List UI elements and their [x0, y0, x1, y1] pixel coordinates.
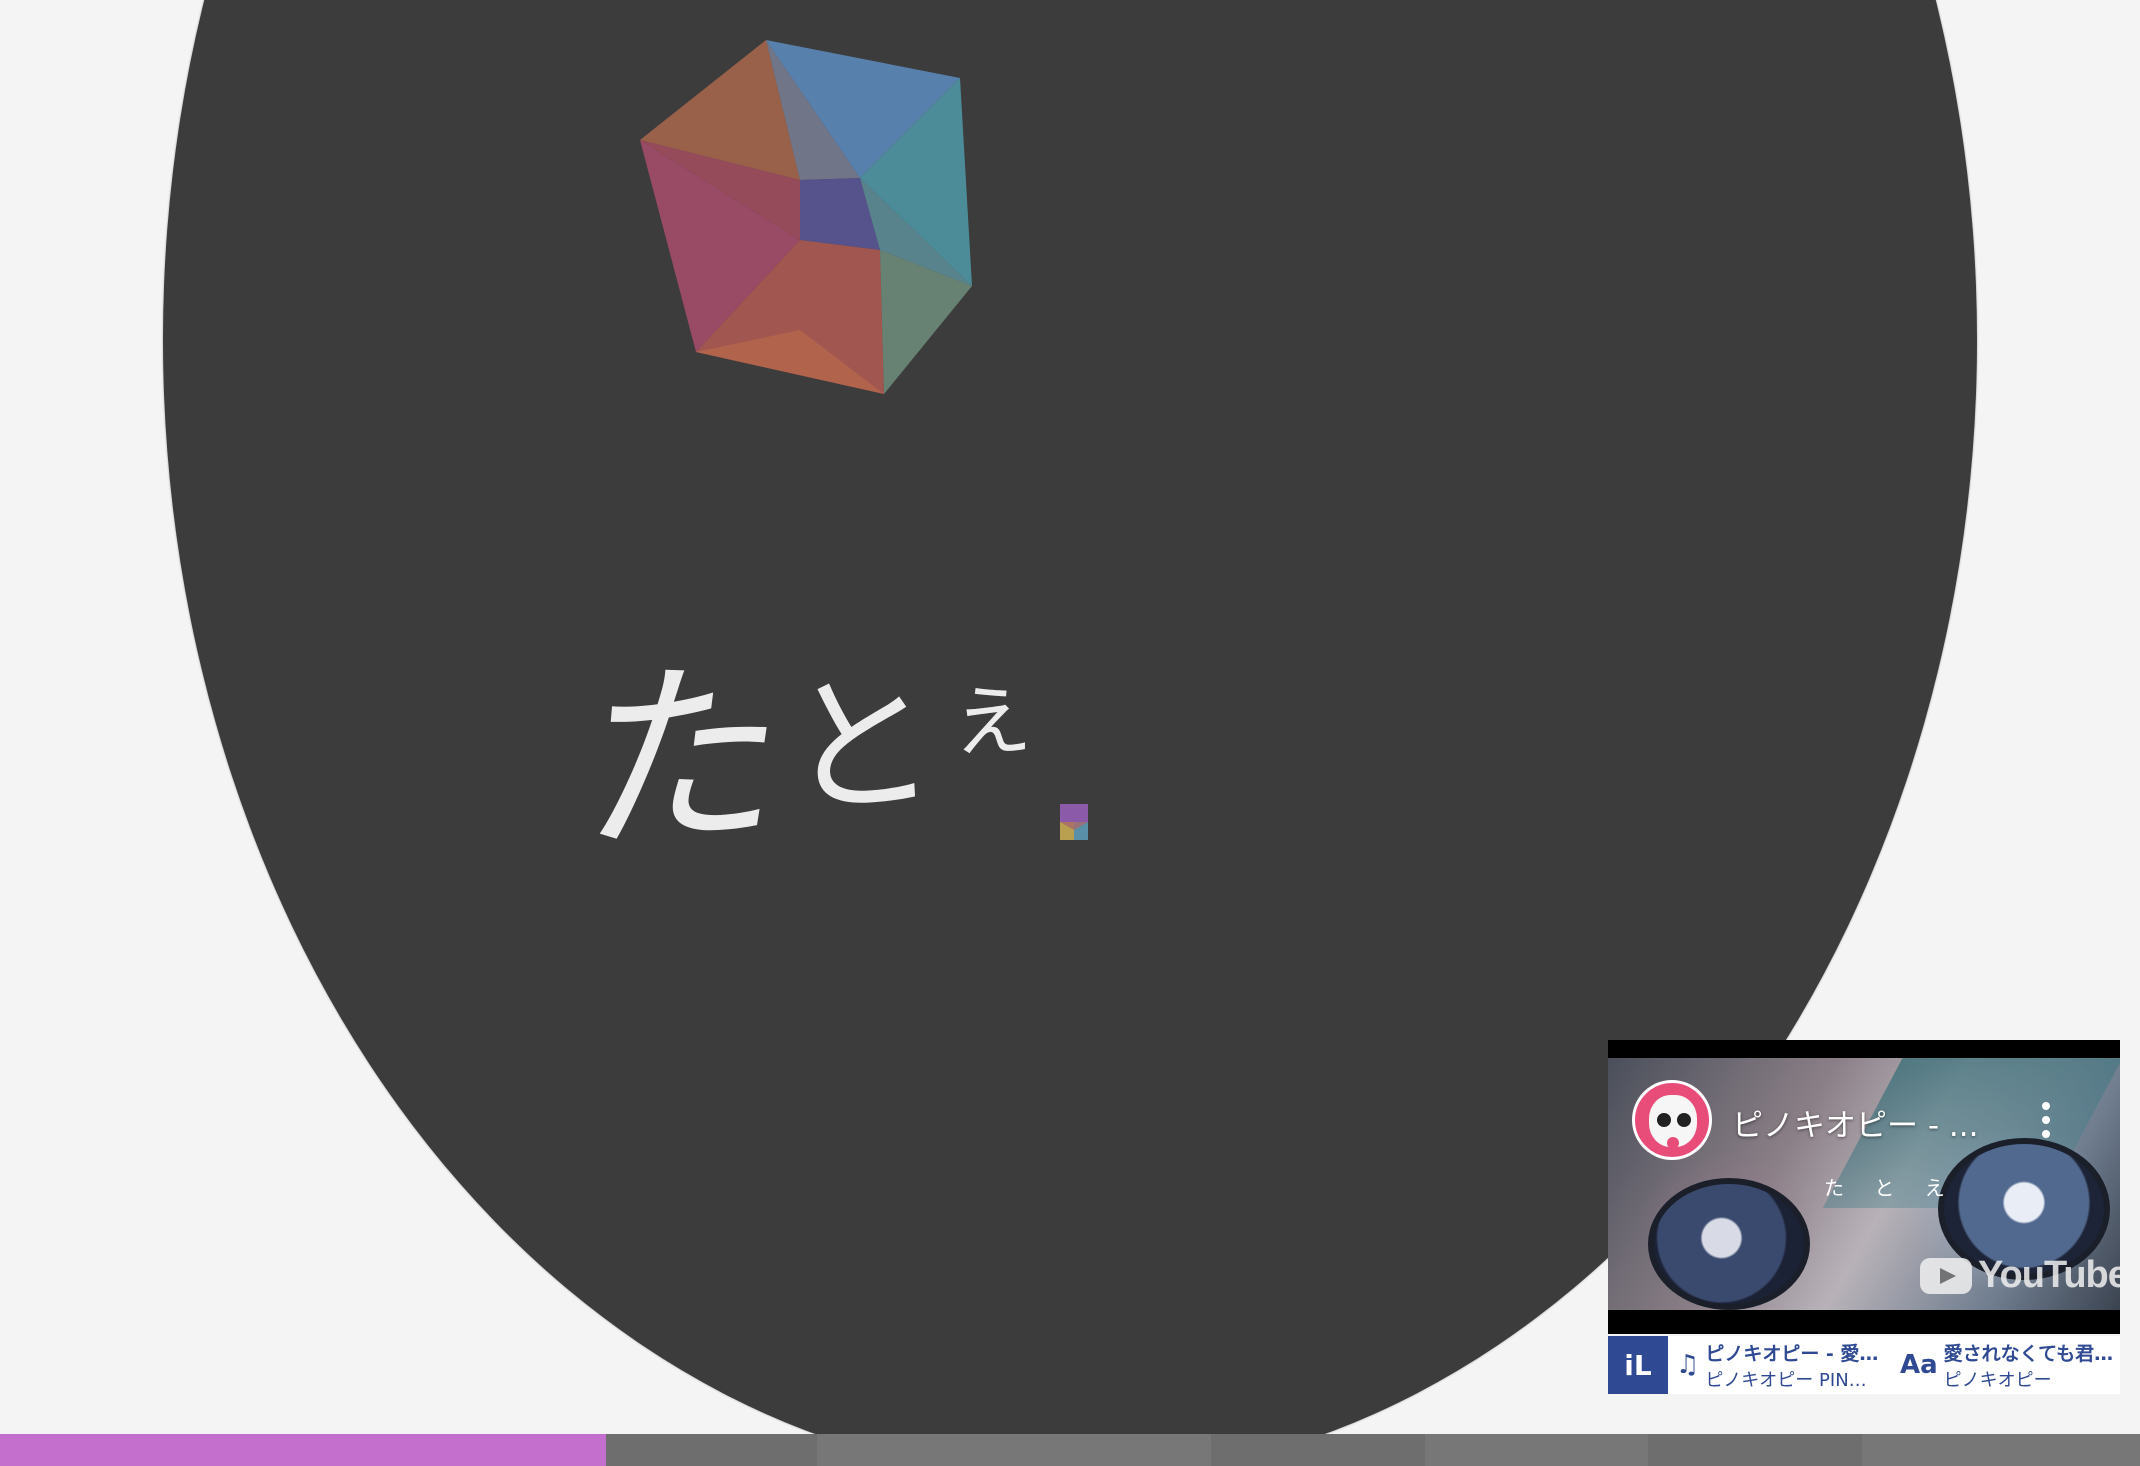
textalive-app-icon[interactable]: iL: [1608, 1336, 1668, 1394]
song-info[interactable]: ♫ ピノキオピー - 愛… ピノキオピー PIN…: [1668, 1336, 1892, 1394]
lyrics-artist: ピノキオピー: [1943, 1369, 2052, 1391]
video-frame[interactable]: ピノキオピー - ... た と え YouTube: [1608, 1058, 2120, 1310]
channel-avatar-icon[interactable]: [1632, 1080, 1712, 1160]
font-aa-icon: Aa: [1900, 1350, 1938, 1380]
progress-segment[interactable]: [1425, 1434, 1648, 1466]
progress-segment[interactable]: [1647, 1434, 1862, 1466]
lyrics-title: 愛されなくても君…: [1943, 1342, 2114, 1365]
progress-segment[interactable]: [817, 1434, 1212, 1466]
song-title: ピノキオピー - 愛…: [1705, 1342, 1879, 1365]
lyrics-info[interactable]: Aa 愛されなくても君… ピノキオピー: [1892, 1336, 2116, 1394]
lyric-char: と: [781, 656, 941, 839]
small-cube-graphic: [1060, 804, 1088, 840]
video-artwork-eye: [1648, 1178, 1810, 1310]
playback-progress-bar[interactable]: [0, 1434, 2140, 1466]
video-lyric-caption: た と え: [1824, 1176, 1957, 1200]
progress-segment[interactable]: [1211, 1434, 1426, 1466]
progress-segment[interactable]: [1861, 1434, 2140, 1466]
large-polyhedron-graphic: [640, 40, 972, 394]
lyric-text: た と え: [570, 637, 1038, 882]
lyric-char: た: [570, 636, 799, 883]
video-title[interactable]: ピノキオピー - ...: [1732, 1100, 2012, 1145]
youtube-logo[interactable]: YouTube: [1920, 1254, 2120, 1297]
stage[interactable]: た と え ピノキオピー - ... た と え YouTube iL ♫ ピノ…: [0, 0, 2140, 1466]
youtube-wordmark: YouTube: [1978, 1254, 2120, 1296]
music-note-icon: ♫: [1676, 1350, 1700, 1380]
youtube-play-icon: [1920, 1257, 1972, 1294]
more-vert-icon[interactable]: [2038, 1102, 2054, 1142]
song-info-bar: iL ♫ ピノキオピー - 愛… ピノキオピー PIN… Aa 愛されなくても君…: [1608, 1336, 2120, 1394]
lyric-char: え: [950, 675, 1034, 770]
progress-segment-played[interactable]: [0, 1434, 606, 1466]
song-artist: ピノキオピー PIN…: [1705, 1369, 1867, 1391]
youtube-mini-player[interactable]: ピノキオピー - ... た と え YouTube: [1608, 1040, 2120, 1334]
progress-segment[interactable]: [605, 1434, 818, 1466]
